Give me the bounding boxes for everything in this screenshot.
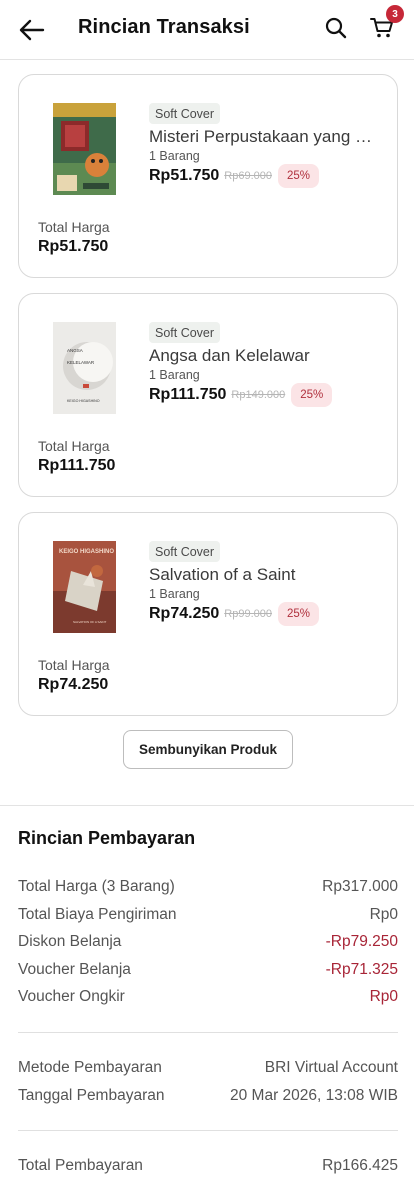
original-price: Rp149.000 [231,389,286,401]
product-price: Rp74.250 [149,605,220,622]
price-row: Rp51.750 Rp69.000 25% [149,163,320,189]
row-label: Total Pembayaran [18,1157,143,1174]
row-label: Total Harga (3 Barang) [18,878,175,895]
cover-type-badge: Soft Cover [149,322,221,343]
total-price-value: Rp51.750 [38,238,109,255]
row-value: -Rp71.325 [325,961,398,978]
product-card[interactable]: ANGSA KELELAWAR KEIGO HIGASHINO Soft Cov… [18,293,398,497]
payment-date-row: Tanggal Pembayaran 20 Mar 2026, 13:08 WI… [18,1085,398,1107]
payment-row-voucher: Voucher Belanja -Rp71.325 [18,959,398,981]
cover-subtitle-text: KELELAWAR [67,360,95,365]
original-price: Rp69.000 [224,170,272,182]
cover-author-text: KEIGO HIGASHINO [67,399,100,403]
payment-row-shipping-voucher: Voucher Ongkir Rp0 [18,986,398,1008]
page-title: Rincian Transaksi [78,16,250,38]
row-label: Total Biaya Pengiriman [18,906,177,923]
row-label: Voucher Ongkir [18,988,125,1005]
total-price-value: Rp74.250 [38,676,109,693]
payment-total-row: Total Pembayaran Rp166.425 [18,1155,398,1177]
search-icon [325,17,347,39]
row-value: 20 Mar 2026, 13:08 WIB [229,1087,398,1104]
product-price: Rp111.750 [149,386,227,403]
total-price-label: Total Harga [38,438,110,454]
total-price-value: Rp111.750 [38,457,116,474]
cover-subtitle-text: SALVATION OF A SAINT [73,620,107,624]
row-value: Rp317.000 [322,878,398,895]
discount-badge: 25% [291,383,333,407]
total-price-label: Total Harga [38,219,110,235]
row-label: Metode Pembayaran [18,1059,162,1076]
product-quantity: 1 Barang [149,149,200,163]
row-value: Rp166.425 [322,1157,398,1174]
arrow-left-icon [19,19,45,41]
divider [18,1032,398,1033]
book-cover-image: ANGSA KELELAWAR KEIGO HIGASHINO [53,322,116,414]
payment-row-total-price: Total Harga (3 Barang) Rp317.000 [18,876,398,898]
price-row: Rp111.750 Rp149.000 25% [149,382,333,408]
cover-type-badge: Soft Cover [149,541,221,562]
cover-title-text: ANGSA [67,348,83,353]
product-title: Salvation of a Saint [149,565,296,584]
discount-badge: 25% [277,602,320,626]
book-cover-image [53,103,116,195]
hide-products-button[interactable]: Sembunyikan Produk [123,730,293,769]
discount-badge: 25% [277,164,320,188]
product-card[interactable]: Soft Cover Misteri Perpustakaan yang Hil… [18,74,398,278]
cover-title-text: KEIGO HIGASHINO [59,549,114,555]
app-header: Rincian Transaksi 3 [0,0,414,60]
row-label: Tanggal Pembayaran [18,1087,165,1104]
cover-type-badge: Soft Cover [149,103,221,124]
original-price: Rp99.000 [224,608,272,620]
product-title: Misteri Perpustakaan yang Hilang [149,127,379,146]
row-value: Rp0 [369,988,398,1005]
row-label: Voucher Belanja [18,961,131,978]
payment-row-shipping: Total Biaya Pengiriman Rp0 [18,904,398,926]
product-card[interactable]: KEIGO HIGASHINO SALVATION OF A SAINT Sof… [18,512,398,716]
product-price: Rp51.750 [149,167,220,184]
search-button[interactable] [320,12,352,44]
row-value: Rp0 [369,906,398,923]
total-price-label: Total Harga [38,657,110,673]
back-button[interactable] [14,12,50,48]
row-value: BRI Virtual Account [264,1059,398,1076]
payment-section-title: Rincian Pembayaran [18,828,196,848]
cart-count-badge: 3 [386,5,404,23]
payment-method-row: Metode Pembayaran BRI Virtual Account [18,1057,398,1079]
row-value: -Rp79.250 [325,933,398,950]
divider [18,1130,398,1131]
product-title: Angsa dan Kelelawar [149,346,310,365]
section-divider [0,805,414,806]
row-label: Diskon Belanja [18,933,122,950]
product-quantity: 1 Barang [149,587,200,601]
product-quantity: 1 Barang [149,368,200,382]
book-cover-image: KEIGO HIGASHINO SALVATION OF A SAINT [53,541,116,633]
price-row: Rp74.250 Rp99.000 25% [149,601,320,627]
payment-row-discount: Diskon Belanja -Rp79.250 [18,931,398,953]
